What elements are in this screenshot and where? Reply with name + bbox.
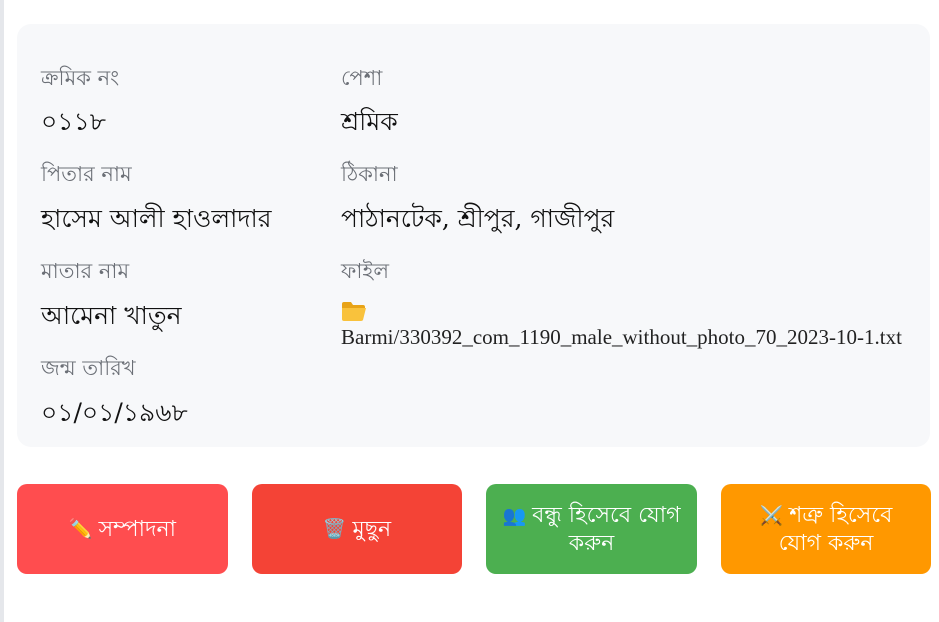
add-enemy-button-label: শত্রু হিসেবে যোগ করুন [778,502,893,556]
file-label: ফাইল [341,259,390,283]
crossed-swords-icon: ⚔️ [759,504,784,527]
people-icon: 👥 [502,504,527,527]
address-value: পাঠানটেক, শ্রীপুর, গাজীপুর [341,204,615,233]
mother-value: আমেনা খাতুন [41,301,182,330]
trash-icon: 🗑️ [322,517,347,540]
father-label: পিতার নাম [41,162,132,186]
add-enemy-button[interactable]: ⚔️ শত্রু হিসেবে যোগ করুন [721,484,931,574]
delete-button-label: মুছুন [352,516,392,542]
pencil-icon: ✏️ [68,517,93,540]
add-friend-button[interactable]: 👥 বন্ধু হিসেবে যোগ করুন [486,484,697,574]
mother-label: মাতার নাম [41,259,130,283]
edit-button-label: সম্পাদনা [98,516,177,542]
serial-label: ক্রমিক নং [41,66,120,90]
dob-label: জন্ম তারিখ [41,356,136,380]
occupation-value: শ্রমিক [341,107,398,136]
serial-value: ০১১৮ [41,107,106,136]
occupation-label: পেশা [341,66,383,90]
dob-value: ০১/০১/১৯৬৮ [41,398,188,427]
folder-icon [342,302,366,321]
father-value: হাসেম আলী হাওলাদার [41,204,272,233]
edit-button[interactable]: ✏️ সম্পাদনা [17,484,228,574]
add-friend-button-label: বন্ধু হিসেবে যোগ করুন [532,502,681,556]
file-link[interactable]: Barmi/330392_com_1190_male_without_photo… [341,300,911,350]
address-label: ঠিকানা [341,162,398,186]
profile-card: ক্রমিক নং ০১১৮ পিতার নাম হাসেম আলী হাওলা… [17,24,930,447]
delete-button[interactable]: 🗑️ মুছুন [252,484,462,574]
file-path: Barmi/330392_com_1190_male_without_photo… [341,325,902,349]
left-border [0,0,4,622]
